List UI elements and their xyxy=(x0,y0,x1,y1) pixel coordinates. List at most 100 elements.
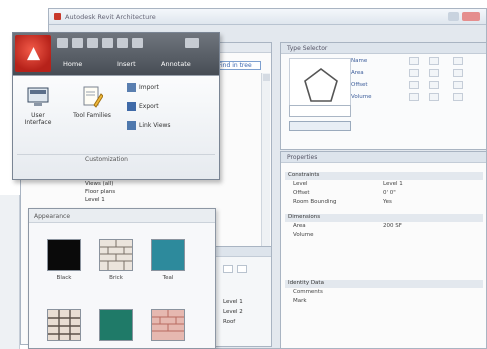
property-field[interactable] xyxy=(409,93,419,101)
open-icon[interactable] xyxy=(57,38,68,48)
tool-label: User Interface xyxy=(24,112,52,126)
ribbon-title-area: ▲ Home Insert Annotate xyxy=(13,33,219,75)
tree-node[interactable]: Floor plans xyxy=(85,189,115,195)
tree-node[interactable]: Level 1 xyxy=(85,197,105,203)
property-label: Volume xyxy=(351,94,372,100)
property-name: Level xyxy=(293,181,308,187)
link-views-tool[interactable]: Link Views xyxy=(127,120,199,131)
property-label: Area xyxy=(351,70,364,76)
property-name: Volume xyxy=(293,232,314,238)
property-field[interactable] xyxy=(429,69,439,77)
property-field[interactable] xyxy=(409,81,419,89)
property-field[interactable] xyxy=(409,69,419,77)
swatch-grid[interactable] xyxy=(47,309,81,341)
property-row[interactable]: Room Bounding Yes xyxy=(285,199,483,207)
export-tool[interactable]: Export xyxy=(127,101,199,112)
close-button[interactable] xyxy=(462,12,480,21)
property-group[interactable]: Constraints xyxy=(285,172,483,180)
property-group[interactable]: Dimensions xyxy=(285,214,483,222)
user-interface-tool[interactable]: User Interface xyxy=(19,82,57,142)
property-value[interactable]: Level 1 xyxy=(383,181,403,187)
property-field[interactable] xyxy=(429,81,439,89)
swatch-label: Teal xyxy=(162,275,174,281)
ribbon-menu: ▲ Home Insert Annotate User Interface To… xyxy=(12,32,220,180)
swatch-brick[interactable] xyxy=(99,239,133,271)
undo-icon[interactable] xyxy=(102,38,113,48)
property-field[interactable] xyxy=(453,93,463,101)
save-icon[interactable] xyxy=(72,38,83,48)
property-value[interactable]: 200 SF xyxy=(383,223,402,229)
document-edit-icon xyxy=(81,86,104,108)
browser-search-input[interactable]: Find in tree xyxy=(215,61,261,70)
swatch-black[interactable] xyxy=(47,239,81,271)
property-row[interactable]: Area 200 SF xyxy=(285,223,483,231)
application-menu-button[interactable]: ▲ xyxy=(15,35,51,72)
red-brick-pattern-icon xyxy=(152,310,184,332)
type-selector-panel: Type Selector Name Area Offset Volume xyxy=(280,42,487,150)
ribbon-panel-body: User Interface Tool Families Import Expo… xyxy=(13,75,219,179)
app-logo-icon: ▲ xyxy=(27,43,41,63)
view-list-item[interactable]: Level 2 xyxy=(223,309,243,315)
grid-pattern-icon xyxy=(48,310,80,340)
scroll-up-arrow-icon[interactable] xyxy=(263,74,270,81)
properties-title: Properties xyxy=(287,154,318,161)
property-name: Room Bounding xyxy=(293,199,337,205)
title-bar: Autodesk Revit Architecture xyxy=(49,9,486,25)
tool-label: Tool Families xyxy=(73,112,111,119)
tab-home[interactable]: Home xyxy=(63,60,82,68)
property-name: Mark xyxy=(293,298,307,304)
swatch-label: Black xyxy=(56,275,72,281)
edit-type-button[interactable] xyxy=(289,121,351,131)
swatch-teal[interactable] xyxy=(151,239,185,271)
print-icon[interactable] xyxy=(87,38,98,48)
property-row[interactable]: Level Level 1 xyxy=(285,181,483,189)
tree-node[interactable]: Views (all) xyxy=(85,181,113,187)
property-field[interactable] xyxy=(453,69,463,77)
filter-box[interactable] xyxy=(223,265,233,273)
settings-icon[interactable] xyxy=(185,38,199,48)
minimize-button[interactable] xyxy=(448,12,459,21)
property-name: Area xyxy=(293,223,306,229)
panel-divider xyxy=(17,154,215,155)
property-row[interactable]: Comments xyxy=(285,289,483,297)
brick-pattern-icon xyxy=(100,240,132,270)
property-value[interactable]: 0' 0" xyxy=(383,190,396,196)
tool-label: Link Views xyxy=(139,122,171,129)
property-field[interactable] xyxy=(429,93,439,101)
property-field[interactable] xyxy=(429,57,439,65)
properties-header: Properties xyxy=(281,152,486,163)
material-palette: Appearance Black Brick Teal xyxy=(28,208,216,349)
filter-box[interactable] xyxy=(237,265,247,273)
view-list-item[interactable]: Roof xyxy=(223,319,235,325)
measure-icon[interactable] xyxy=(132,38,143,48)
export-icon xyxy=(127,102,136,111)
property-row[interactable]: Offset 0' 0" xyxy=(285,190,483,198)
redo-icon[interactable] xyxy=(117,38,128,48)
property-group[interactable]: Identity Data xyxy=(285,280,483,288)
tab-annotate[interactable]: Annotate xyxy=(161,60,191,68)
type-preview[interactable] xyxy=(289,58,351,112)
import-tool[interactable]: Import xyxy=(127,82,199,93)
import-icon xyxy=(127,83,136,92)
swatch-label: Brick xyxy=(109,275,123,281)
property-field[interactable] xyxy=(453,81,463,89)
view-list-item[interactable]: Level 1 xyxy=(223,299,243,305)
type-selector-header: Type Selector xyxy=(281,43,486,54)
property-row[interactable]: Volume xyxy=(285,232,483,240)
swatch-red-brick[interactable] xyxy=(151,309,185,341)
palette-header: Appearance xyxy=(29,209,215,223)
property-value[interactable]: Yes xyxy=(383,199,392,205)
property-row[interactable]: Mark xyxy=(285,298,483,306)
palette-title: Appearance xyxy=(34,213,71,220)
tab-insert[interactable]: Insert xyxy=(117,60,136,68)
property-field[interactable] xyxy=(409,57,419,65)
property-field[interactable] xyxy=(453,57,463,65)
tool-label: Export xyxy=(139,103,159,110)
swatch-green[interactable] xyxy=(99,309,133,341)
tool-label: Import xyxy=(139,84,159,91)
monitor-icon xyxy=(27,86,49,108)
type-dropdown[interactable] xyxy=(289,105,351,117)
property-label: Offset xyxy=(351,82,368,88)
tool-families-tool[interactable]: Tool Families xyxy=(73,82,111,142)
browser-scrollbar[interactable] xyxy=(261,73,270,273)
